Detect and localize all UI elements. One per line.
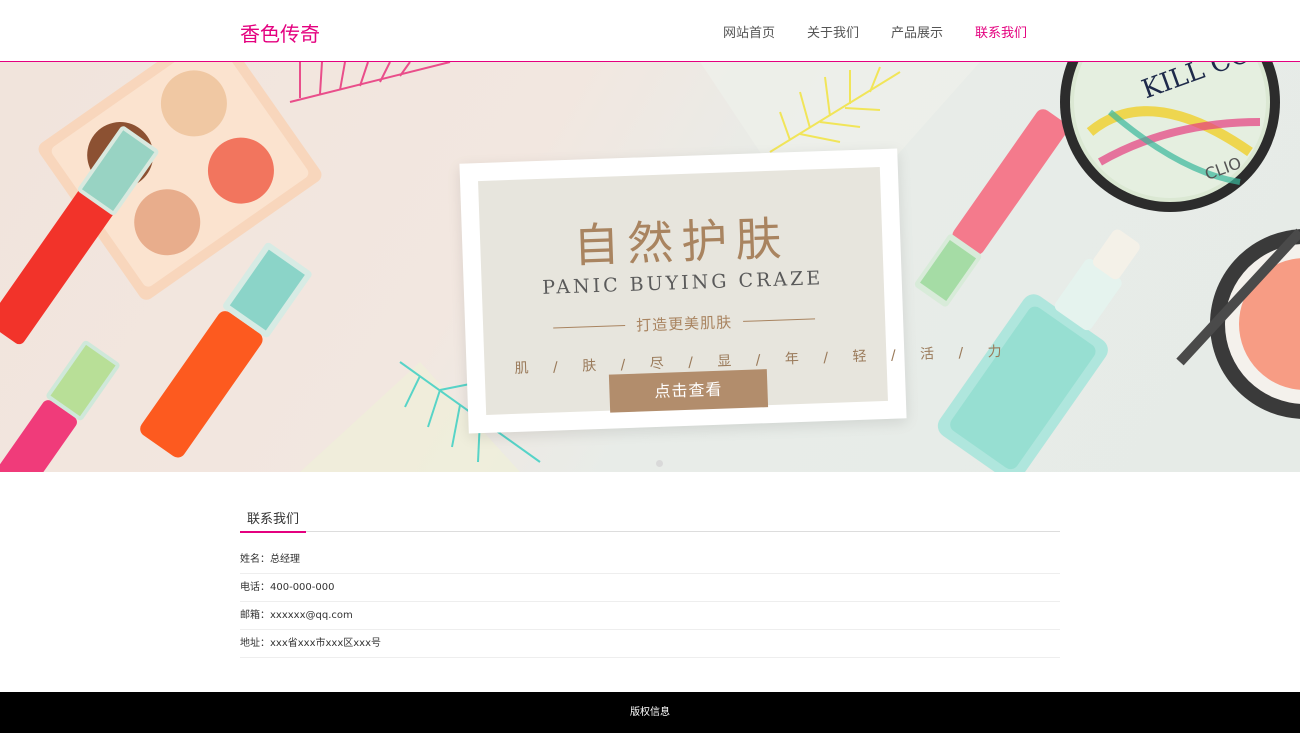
nav-item-products[interactable]: 产品展示: [891, 22, 943, 41]
contact-value: 400-000-000: [270, 582, 335, 593]
contact-label: 邮箱：: [240, 610, 270, 621]
nav-item-home[interactable]: 网站首页: [723, 22, 775, 41]
hero-banner[interactable]: KILL COVER CLIO 自然护肤 PANIC BUYING CRAZE …: [0, 62, 1300, 472]
contact-label: 地址：: [240, 638, 270, 649]
carousel-dot[interactable]: [656, 460, 663, 467]
nav-item-about[interactable]: 关于我们: [807, 22, 859, 41]
contact-header: 联系我们: [240, 502, 1060, 533]
copyright-text: 版权信息: [630, 707, 670, 718]
promo-slogan: 打造更美肌肤: [635, 313, 733, 335]
contact-label: 姓名：: [240, 554, 270, 565]
site-header: 香色传奇 网站首页 关于我们 产品展示 联系我们: [0, 0, 1300, 62]
view-details-button[interactable]: 点击查看: [608, 369, 769, 413]
contact-row-name: 姓名：总经理: [240, 546, 1060, 574]
contact-section: 联系我们 姓名：总经理 电话：400-000-000 邮箱：xxxxxx@qq.…: [240, 502, 1060, 658]
contact-row-address: 地址：xxx省xxx市xxx区xxx号: [240, 630, 1060, 658]
main-nav: 网站首页 关于我们 产品展示 联系我们: [723, 22, 1027, 41]
contact-label: 电话：: [240, 582, 270, 593]
contact-value: 总经理: [270, 554, 300, 565]
site-footer: 版权信息: [0, 692, 1300, 733]
cushion-compact-illustration: KILL COVER CLIO: [1060, 62, 1300, 212]
nav-item-contact[interactable]: 联系我们: [975, 22, 1027, 41]
site-logo[interactable]: 香色传奇: [240, 18, 320, 47]
contact-row-phone: 电话：400-000-000: [240, 574, 1060, 602]
contact-row-email: 邮箱：xxxxxx@qq.com: [240, 602, 1060, 630]
contact-value: xxxxxx@qq.com: [270, 610, 353, 621]
contact-title: 联系我们: [240, 508, 307, 533]
contact-value: xxx省xxx市xxx区xxx号: [270, 638, 382, 649]
contact-list: 姓名：总经理 电话：400-000-000 邮箱：xxxxxx@qq.com 地…: [240, 546, 1060, 658]
blush-compact-illustration: [1176, 228, 1300, 419]
promo-card: 自然护肤 PANIC BUYING CRAZE 打造更美肌肤 肌 / 肤 / 尽…: [459, 148, 1012, 434]
promo-card-inner: 自然护肤 PANIC BUYING CRAZE 打造更美肌肤 肌 / 肤 / 尽…: [478, 167, 1012, 415]
